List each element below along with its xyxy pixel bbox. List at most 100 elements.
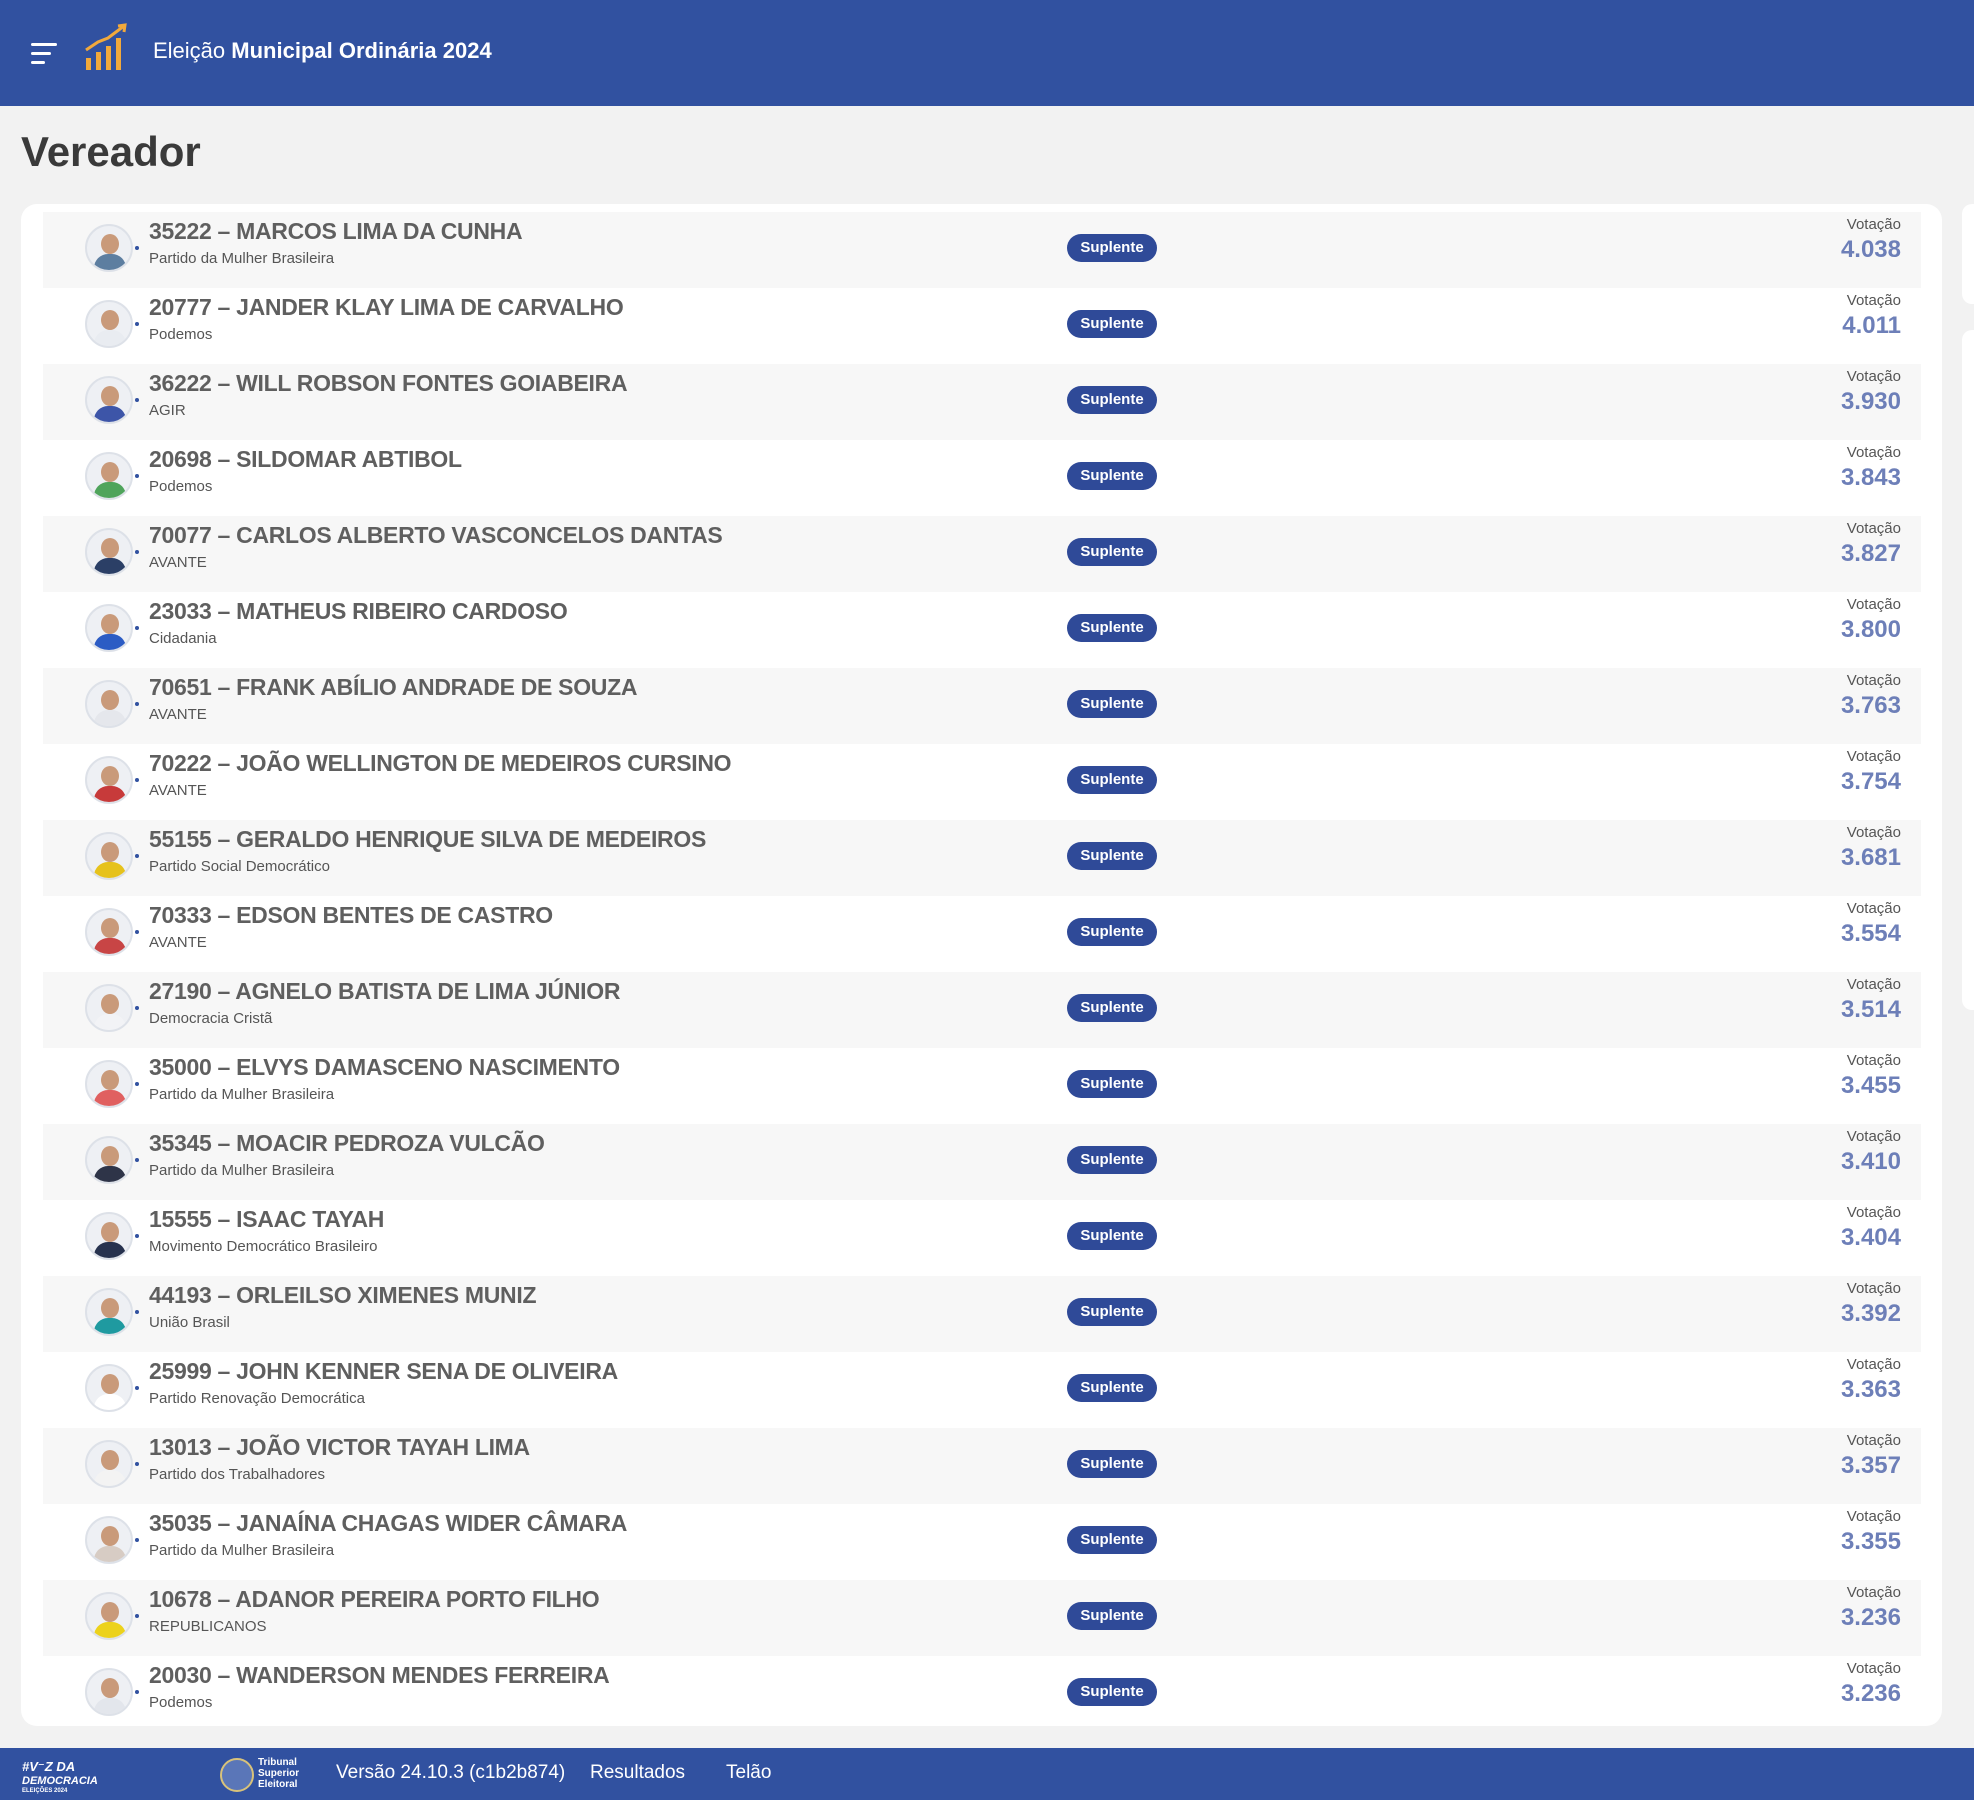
tse-logo: Tribunal Superior Eleitoral bbox=[220, 1756, 310, 1792]
votes-label: Votação bbox=[1846, 1280, 1901, 1297]
app-title-prefix: Eleição bbox=[153, 38, 232, 63]
votes-label: Votação bbox=[1846, 444, 1901, 461]
avatar-dot bbox=[135, 1082, 139, 1086]
candidate-row[interactable]: 70077 – CARLOS ALBERTO VASCONCELOS DANTA… bbox=[43, 516, 1921, 592]
votes-value: 3.236 bbox=[1840, 1604, 1901, 1631]
status-badge: Suplente bbox=[1067, 1146, 1157, 1174]
avatar-dot bbox=[135, 930, 139, 934]
candidate-party: Cidadania bbox=[149, 630, 217, 647]
tse-seal-icon bbox=[220, 1758, 254, 1792]
votes-label: Votação bbox=[1846, 596, 1901, 613]
avatar-dot bbox=[135, 1690, 139, 1694]
votes-label: Votação bbox=[1846, 1204, 1901, 1221]
top-bar: Eleição Municipal Ordinária 2024 bbox=[0, 0, 1974, 106]
avatar-dot bbox=[135, 322, 139, 326]
candidate-avatar bbox=[85, 300, 133, 348]
votes-label: Votação bbox=[1846, 1052, 1901, 1069]
candidate-name: 70222 – JOÃO WELLINGTON DE MEDEIROS CURS… bbox=[149, 750, 732, 776]
candidate-row[interactable]: 35345 – MOACIR PEDROZA VULCÃO Partido da … bbox=[43, 1124, 1921, 1200]
avatar-dot bbox=[135, 398, 139, 402]
votes-label: Votação bbox=[1846, 1660, 1901, 1677]
status-badge: Suplente bbox=[1067, 918, 1157, 946]
candidate-party: Partido da Mulher Brasileira bbox=[149, 250, 335, 267]
candidate-name: 55155 – GERALDO HENRIQUE SILVA DE MEDEIR… bbox=[149, 826, 706, 852]
candidate-party: AVANTE bbox=[149, 782, 207, 799]
candidate-avatar bbox=[85, 1668, 133, 1716]
candidate-row[interactable]: 55155 – GERALDO HENRIQUE SILVA DE MEDEIR… bbox=[43, 820, 1921, 896]
votes-value: 3.514 bbox=[1840, 996, 1901, 1023]
candidate-name: 44193 – ORLEILSO XIMENES MUNIZ bbox=[149, 1282, 537, 1308]
candidate-list-card: 35222 – MARCOS LIMA DA CUNHA Partido da M… bbox=[21, 204, 1942, 1726]
candidate-party: Podemos bbox=[149, 478, 213, 495]
candidate-row[interactable]: 25999 – JOHN KENNER SENA DE OLIVEIRA Part… bbox=[43, 1352, 1921, 1428]
candidate-party: Podemos bbox=[149, 326, 213, 343]
side-panel-fragment bbox=[1962, 204, 1974, 304]
votes-value: 4.038 bbox=[1840, 236, 1901, 263]
candidate-list[interactable]: 35222 – MARCOS LIMA DA CUNHA Partido da M… bbox=[43, 204, 1921, 1726]
candidate-avatar bbox=[85, 1288, 133, 1336]
avatar-dot bbox=[135, 1158, 139, 1162]
candidate-avatar bbox=[85, 1212, 133, 1260]
avatar-dot bbox=[135, 626, 139, 630]
votes-value: 3.843 bbox=[1840, 464, 1901, 491]
votes-label: Votação bbox=[1846, 1508, 1901, 1525]
candidate-row[interactable]: 70651 – FRANK ABÍLIO ANDRADE DE SOUZA AVA… bbox=[43, 668, 1921, 744]
logo1-line1: #V⁻Z DA bbox=[22, 1759, 76, 1774]
votes-value: 4.011 bbox=[1842, 312, 1901, 339]
candidate-row[interactable]: 20698 – SILDOMAR ABTIBOL Podemos Suplente V… bbox=[43, 440, 1921, 516]
hamburger-menu-icon[interactable] bbox=[31, 43, 57, 65]
candidate-row[interactable]: 35000 – ELVYS DAMASCENO NASCIMENTO Partid… bbox=[43, 1048, 1921, 1124]
voz-da-democracia-logo: #V⁻Z DA DEMOCRACIA ELEIÇÕES 2024 bbox=[22, 1759, 112, 1795]
status-badge: Suplente bbox=[1067, 1602, 1157, 1630]
votes-label: Votação bbox=[1846, 1128, 1901, 1145]
candidate-party: Partido Social Democrático bbox=[149, 858, 330, 875]
candidate-party: Partido Renovação Democrática bbox=[149, 1390, 365, 1407]
avatar-dot bbox=[135, 474, 139, 478]
candidate-row[interactable]: 27190 – AGNELO BATISTA DE LIMA JÚNIOR Dem… bbox=[43, 972, 1921, 1048]
tse-line2: Superior bbox=[258, 1768, 300, 1779]
candidate-row[interactable]: 13013 – JOÃO VICTOR TAYAH LIMA Partido do… bbox=[43, 1428, 1921, 1504]
avatar-dot bbox=[135, 778, 139, 782]
candidate-row[interactable]: 44193 – ORLEILSO XIMENES MUNIZ União Bras… bbox=[43, 1276, 1921, 1352]
votes-value: 3.355 bbox=[1840, 1528, 1901, 1555]
candidate-name: 10678 – ADANOR PEREIRA PORTO FILHO bbox=[149, 1586, 600, 1612]
votes-label: Votação bbox=[1846, 672, 1901, 689]
screen-link[interactable]: Telão bbox=[726, 1762, 771, 1784]
candidate-row[interactable]: 23033 – MATHEUS RIBEIRO CARDOSO Cidadania… bbox=[43, 592, 1921, 668]
avatar-dot bbox=[135, 1006, 139, 1010]
candidate-row[interactable]: 20777 – JANDER KLAY LIMA DE CARVALHO Pode… bbox=[43, 288, 1921, 364]
logo1-line2: DEMOCRACIA bbox=[22, 1775, 98, 1787]
avatar-dot bbox=[135, 1462, 139, 1466]
candidate-row[interactable]: 70222 – JOÃO WELLINGTON DE MEDEIROS CURS… bbox=[43, 744, 1921, 820]
results-link[interactable]: Resultados bbox=[590, 1762, 685, 1784]
votes-value: 3.410 bbox=[1840, 1148, 1901, 1175]
votes-value: 3.930 bbox=[1840, 388, 1901, 415]
candidate-name: 20698 – SILDOMAR ABTIBOL bbox=[149, 446, 462, 472]
votes-label: Votação bbox=[1846, 292, 1901, 309]
status-badge: Suplente bbox=[1067, 1374, 1157, 1402]
candidate-party: Movimento Democrático Brasileiro bbox=[149, 1238, 378, 1255]
candidate-row[interactable]: 36222 – WILL ROBSON FONTES GOIABEIRA AGIR… bbox=[43, 364, 1921, 440]
candidate-party: Democracia Cristã bbox=[149, 1010, 273, 1027]
candidate-row[interactable]: 10678 – ADANOR PEREIRA PORTO FILHO REPUBL… bbox=[43, 1580, 1921, 1656]
votes-label: Votação bbox=[1846, 1432, 1901, 1449]
status-badge: Suplente bbox=[1067, 614, 1157, 642]
candidate-avatar bbox=[85, 832, 133, 880]
candidate-row[interactable]: 70333 – EDSON BENTES DE CASTRO AVANTE Supl… bbox=[43, 896, 1921, 972]
votes-label: Votação bbox=[1846, 976, 1901, 993]
candidate-avatar bbox=[85, 908, 133, 956]
candidate-name: 35035 – JANAÍNA CHAGAS WIDER CÂMARA bbox=[149, 1510, 628, 1536]
candidate-name: 20777 – JANDER KLAY LIMA DE CARVALHO bbox=[149, 294, 624, 320]
candidate-row[interactable]: 15555 – ISAAC TAYAH Movimento Democrático… bbox=[43, 1200, 1921, 1276]
avatar-dot bbox=[135, 1614, 139, 1618]
candidate-party: AVANTE bbox=[149, 554, 207, 571]
candidate-avatar bbox=[85, 1592, 133, 1640]
candidate-row[interactable]: 35222 – MARCOS LIMA DA CUNHA Partido da M… bbox=[43, 212, 1921, 288]
candidate-row[interactable]: 20030 – WANDERSON MENDES FERREIRA Podemos… bbox=[43, 1656, 1921, 1726]
tse-line1: Tribunal bbox=[258, 1757, 297, 1768]
version-text: Versão 24.10.3 (c1b2b874) bbox=[336, 1762, 566, 1783]
avatar-dot bbox=[135, 1234, 139, 1238]
page-title: Vereador bbox=[21, 128, 201, 175]
candidate-avatar bbox=[85, 680, 133, 728]
candidate-row[interactable]: 35035 – JANAÍNA CHAGAS WIDER CÂMARA Parti… bbox=[43, 1504, 1921, 1580]
